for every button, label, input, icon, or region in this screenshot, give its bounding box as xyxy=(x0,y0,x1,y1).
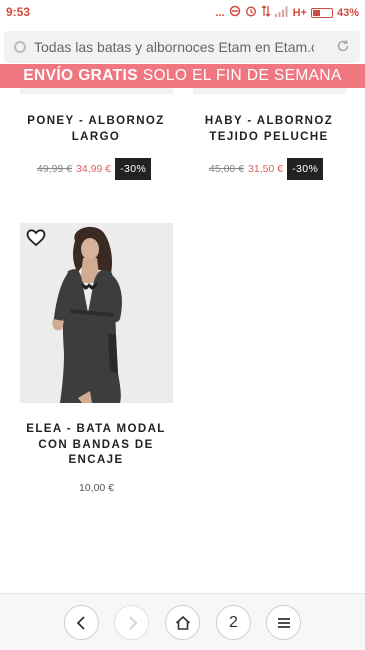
product-image-top-right[interactable] xyxy=(193,88,346,94)
back-button[interactable] xyxy=(64,605,99,640)
model-photo xyxy=(20,223,173,403)
site-info-icon[interactable] xyxy=(14,41,26,53)
sale-price: 34,99 € xyxy=(76,163,112,175)
status-dots: ... xyxy=(215,6,225,19)
product-image-elea[interactable] xyxy=(20,223,173,403)
alarm-icon xyxy=(245,5,257,20)
product-card-haby[interactable]: HABY - ALBORNOZ TEJIDO PELUCHE xyxy=(193,114,345,145)
reload-icon[interactable] xyxy=(336,39,350,53)
price-row-haby: 45,00 € 31,50 € -30% xyxy=(209,158,324,180)
chevron-left-icon xyxy=(76,615,85,630)
network-type: H+ xyxy=(292,6,307,19)
product-card-elea[interactable]: ELEA - BATA MODAL CON BANDAS DE ENCAJE xyxy=(20,422,172,469)
product-image-top-left[interactable] xyxy=(20,88,173,94)
discount-badge: -30% xyxy=(115,158,152,180)
status-time: 9:53 xyxy=(6,5,31,19)
product-name[interactable]: PONEY - ALBORNOZ LARGO xyxy=(20,114,172,145)
promo-bold: ENVÍO GRATIS xyxy=(23,67,138,84)
forward-button[interactable] xyxy=(114,605,149,640)
promo-banner[interactable]: ENVÍO GRATIS SOLO EL FIN DE SEMANA xyxy=(0,64,365,88)
menu-icon xyxy=(277,617,290,628)
home-button[interactable] xyxy=(165,605,200,640)
status-bar: 9:53 ... H+ 43% xyxy=(0,0,365,26)
data-saver-icon xyxy=(229,5,241,20)
product-card-poney[interactable]: PONEY - ALBORNOZ LARGO xyxy=(20,114,172,145)
promo-rest: SOLO EL FIN DE SEMANA xyxy=(138,67,342,84)
status-icons: ... H+ 43% xyxy=(215,5,359,20)
battery-percent: 43% xyxy=(336,6,359,19)
old-price: 49,99 € xyxy=(37,163,73,175)
data-transfer-icon xyxy=(261,5,271,20)
home-icon xyxy=(175,615,190,630)
menu-button[interactable] xyxy=(266,605,301,640)
chevron-right-icon xyxy=(128,615,137,630)
old-price: 45,00 € xyxy=(209,163,245,175)
url-text[interactable]: Todas las batas y albornoces Etam en Eta… xyxy=(34,39,314,55)
sale-price: 31,50 € xyxy=(248,163,284,175)
address-bar[interactable]: Todas las batas y albornoces Etam en Eta… xyxy=(4,31,360,63)
price-row-poney: 49,99 € 34,99 € -30% xyxy=(37,158,152,180)
product-name[interactable]: HABY - ALBORNOZ TEJIDO PELUCHE xyxy=(193,114,345,145)
battery-icon xyxy=(310,7,333,18)
heart-icon[interactable] xyxy=(26,229,46,247)
discount-badge: -30% xyxy=(287,158,324,180)
tabs-button[interactable]: 2 xyxy=(216,605,251,640)
product-price: 10,00 € xyxy=(79,482,115,494)
product-name[interactable]: ELEA - BATA MODAL CON BANDAS DE ENCAJE xyxy=(20,422,172,469)
tab-count: 2 xyxy=(229,613,238,631)
signal-icon xyxy=(274,6,289,20)
browser-bottom-nav: 2 xyxy=(0,593,365,650)
